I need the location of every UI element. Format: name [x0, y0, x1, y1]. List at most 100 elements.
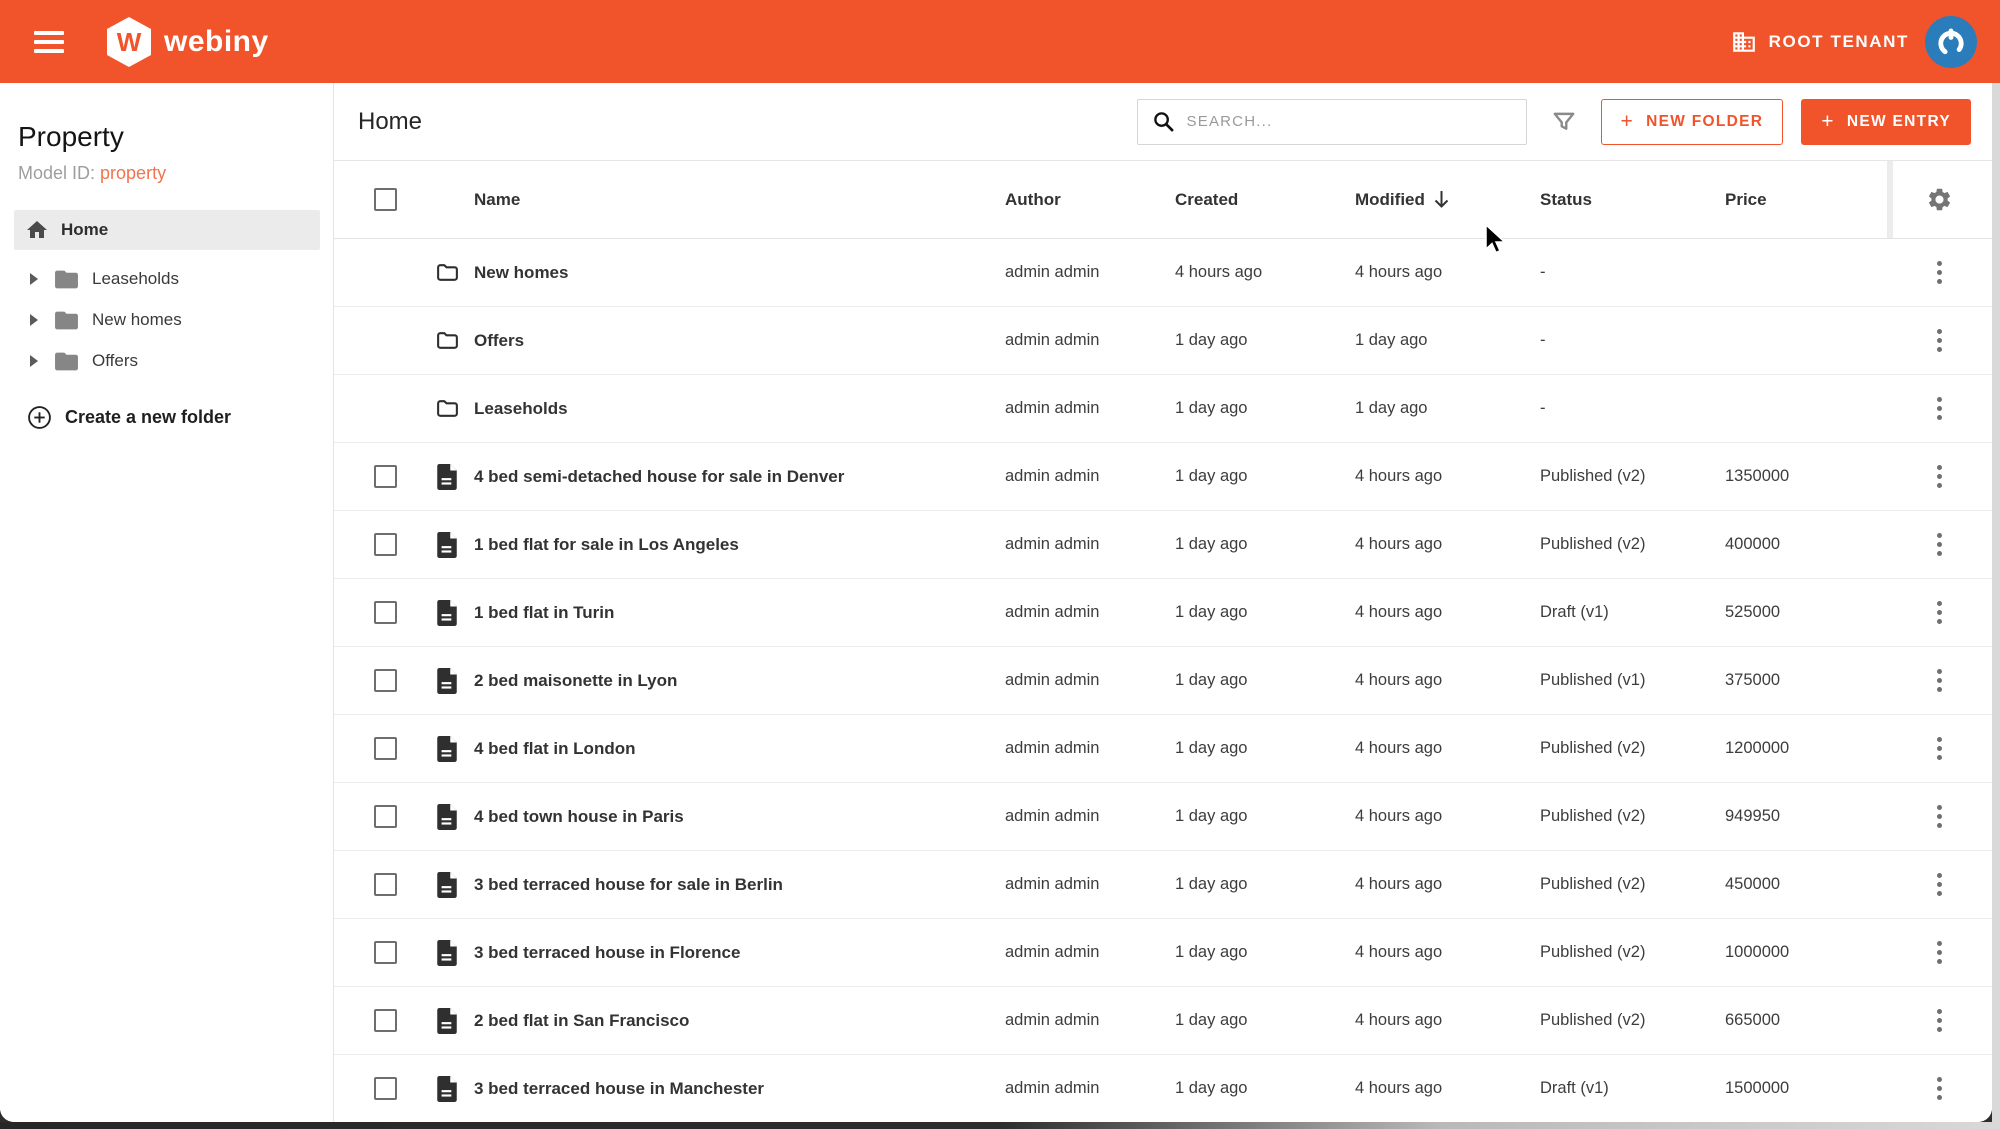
row-menu-button[interactable]	[1931, 595, 1948, 630]
window-edge	[0, 1122, 2000, 1129]
row-checkbox[interactable]	[374, 465, 397, 488]
table-settings-button[interactable]	[1926, 186, 1953, 213]
row-author: admin admin	[1005, 671, 1100, 689]
scrollbar-track[interactable]	[1992, 83, 2000, 1129]
row-checkbox[interactable]	[374, 737, 397, 760]
new-folder-button[interactable]: + NEW FOLDER	[1600, 98, 1784, 145]
table-row[interactable]: 4 bed flat in London admin admin 1 day a…	[334, 715, 1992, 783]
sidebar-home-label: Home	[61, 220, 109, 239]
row-menu-button[interactable]	[1931, 1003, 1948, 1038]
new-folder-label: NEW FOLDER	[1646, 112, 1764, 130]
row-menu-button[interactable]	[1931, 731, 1948, 766]
row-status: Published (v2)	[1540, 467, 1646, 485]
caret-right-icon[interactable]	[30, 272, 38, 285]
table-row[interactable]: 1 bed flat for sale in Los Angeles admin…	[334, 511, 1992, 579]
create-folder-button[interactable]: Create a new folder	[27, 405, 333, 430]
row-checkbox[interactable]	[374, 669, 397, 692]
tenant-selector[interactable]: ROOT TENANT	[1731, 29, 1909, 55]
table-row[interactable]: 4 bed town house in Paris admin admin 1 …	[334, 783, 1992, 851]
row-status: Draft (v1)	[1540, 1079, 1609, 1097]
row-menu-button[interactable]	[1931, 867, 1948, 902]
column-header-created[interactable]: Created	[1175, 190, 1355, 210]
document-icon	[437, 803, 457, 830]
search-input[interactable]	[1186, 113, 1512, 130]
row-author: admin admin	[1005, 399, 1100, 417]
caret-right-icon[interactable]	[30, 354, 38, 367]
row-name[interactable]: 3 bed terraced house in Manchester	[474, 1079, 1005, 1099]
model-id-label: Model ID:	[18, 163, 101, 183]
page-title: Home	[358, 107, 423, 135]
row-created: 1 day ago	[1175, 331, 1248, 349]
row-menu-button[interactable]	[1931, 527, 1948, 562]
row-menu-button[interactable]	[1931, 799, 1948, 834]
row-status: -	[1540, 399, 1546, 417]
row-name[interactable]: 3 bed terraced house for sale in Berlin	[474, 875, 1005, 895]
row-checkbox[interactable]	[374, 873, 397, 896]
row-menu-button[interactable]	[1931, 459, 1948, 494]
row-name[interactable]: Leaseholds	[474, 399, 1005, 419]
row-name[interactable]: 2 bed maisonette in Lyon	[474, 671, 1005, 691]
row-status: Published (v2)	[1540, 535, 1646, 553]
table-row[interactable]: 3 bed terraced house in Florence admin a…	[334, 919, 1992, 987]
row-menu-button[interactable]	[1931, 255, 1948, 290]
row-status: Published (v1)	[1540, 671, 1646, 689]
column-header-status[interactable]: Status	[1540, 190, 1725, 210]
sidebar-folder-item[interactable]: New homes	[0, 299, 333, 340]
row-checkbox[interactable]	[374, 533, 397, 556]
webiny-logo-icon: W	[107, 16, 151, 67]
menu-icon[interactable]	[34, 30, 64, 53]
table-row[interactable]: 4 bed semi-detached house for sale in De…	[334, 443, 1992, 511]
new-entry-button[interactable]: + NEW ENTRY	[1801, 98, 1971, 145]
table-row[interactable]: 2 bed flat in San Francisco admin admin …	[334, 987, 1992, 1055]
row-menu-button[interactable]	[1931, 663, 1948, 698]
row-name[interactable]: 1 bed flat for sale in Los Angeles	[474, 535, 1005, 555]
row-checkbox[interactable]	[374, 805, 397, 828]
document-icon	[437, 735, 457, 762]
user-avatar[interactable]	[1925, 15, 1977, 68]
table-row[interactable]: 3 bed terraced house in Manchester admin…	[334, 1055, 1992, 1122]
row-checkbox[interactable]	[374, 1077, 397, 1100]
caret-right-icon[interactable]	[30, 313, 38, 326]
filter-button[interactable]	[1551, 109, 1577, 135]
row-author: admin admin	[1005, 807, 1100, 825]
row-name[interactable]: 4 bed flat in London	[474, 739, 1005, 759]
row-price: 375000	[1725, 671, 1781, 689]
table-row[interactable]: 2 bed maisonette in Lyon admin admin 1 d…	[334, 647, 1992, 715]
sidebar-folder-item[interactable]: Offers	[0, 340, 333, 381]
table-row[interactable]: 1 bed flat in Turin admin admin 1 day ag…	[334, 579, 1992, 647]
row-status: Draft (v1)	[1540, 603, 1609, 621]
folder-icon	[436, 332, 458, 349]
row-menu-button[interactable]	[1931, 935, 1948, 970]
row-checkbox[interactable]	[374, 941, 397, 964]
table-row[interactable]: Offers admin admin 1 day ago 1 day ago -	[334, 307, 1992, 375]
row-name[interactable]: 4 bed semi-detached house for sale in De…	[474, 467, 1005, 487]
row-name[interactable]: 3 bed terraced house in Florence	[474, 943, 1005, 963]
row-checkbox[interactable]	[374, 1009, 397, 1032]
row-name[interactable]: New homes	[474, 263, 1005, 283]
row-name[interactable]: 4 bed town house in Paris	[474, 807, 1005, 827]
row-modified: 4 hours ago	[1355, 875, 1443, 893]
row-menu-button[interactable]	[1931, 323, 1948, 358]
sidebar-folder-item[interactable]: Leaseholds	[0, 258, 333, 299]
column-header-author[interactable]: Author	[1005, 190, 1175, 210]
table-row[interactable]: 3 bed terraced house for sale in Berlin …	[334, 851, 1992, 919]
row-name[interactable]: 2 bed flat in San Francisco	[474, 1011, 1005, 1031]
brand-name: webiny	[164, 24, 269, 58]
table-row[interactable]: New homes admin admin 4 hours ago 4 hour…	[334, 239, 1992, 307]
document-icon	[437, 599, 457, 626]
column-header-name[interactable]: Name	[474, 190, 1005, 210]
row-menu-button[interactable]	[1931, 391, 1948, 426]
row-modified: 4 hours ago	[1355, 807, 1443, 825]
model-title: Property	[18, 121, 124, 152]
row-name[interactable]: Offers	[474, 331, 1005, 351]
table-row[interactable]: Leaseholds admin admin 1 day ago 1 day a…	[334, 375, 1992, 443]
row-menu-button[interactable]	[1931, 1071, 1948, 1106]
row-name[interactable]: 1 bed flat in Turin	[474, 603, 1005, 623]
sidebar-item-home[interactable]: Home	[14, 210, 320, 250]
column-header-modified[interactable]: Modified	[1355, 190, 1540, 210]
row-checkbox[interactable]	[374, 601, 397, 624]
column-header-price[interactable]: Price	[1725, 190, 1887, 210]
gravatar-icon	[1938, 28, 1964, 56]
select-all-checkbox[interactable]	[374, 188, 397, 211]
row-price: 1350000	[1725, 467, 1790, 485]
